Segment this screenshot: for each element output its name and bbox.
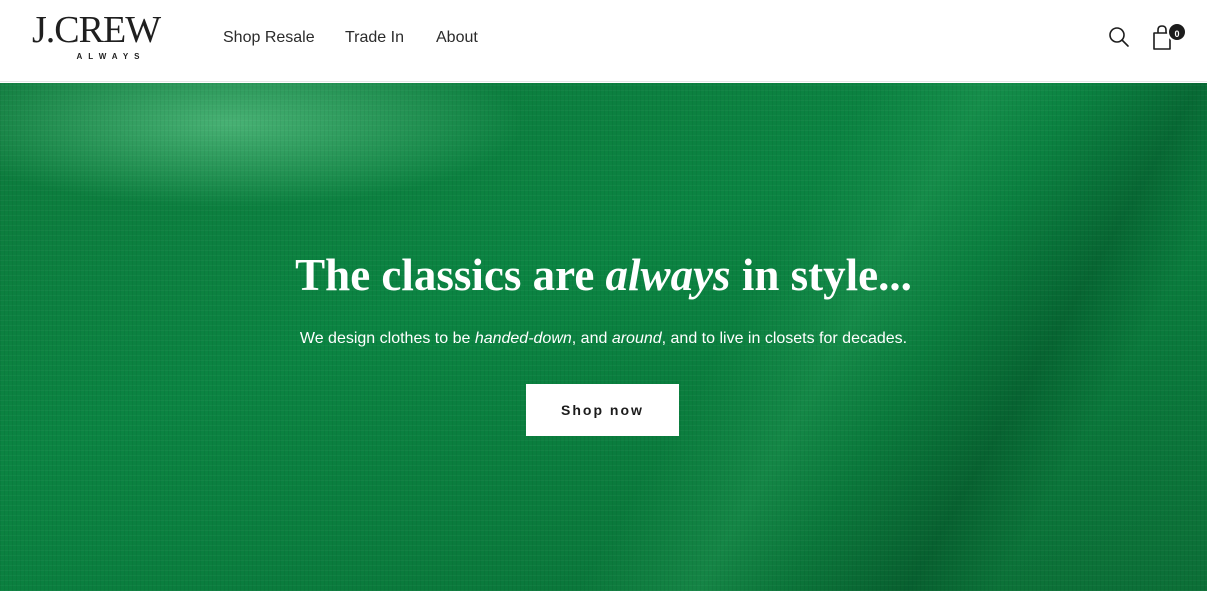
hero-subtitle-part1: We design clothes to be	[299, 330, 475, 347]
logo-wordmark: J.CREW	[32, 9, 161, 51]
hero-subtitle: We design clothes to be handed-down, and…	[0, 329, 1207, 349]
hero-subtitle-emphasis2: around	[611, 330, 662, 347]
hero-title-emphasis: always	[605, 250, 731, 300]
hero-subtitle-emphasis1: handed-down	[474, 330, 572, 347]
nav-about[interactable]: About	[436, 28, 478, 48]
site-header: J.CREW ALWAYS Shop Resale Trade In About…	[0, 0, 1207, 82]
hero-subtitle-part3: , and to live in closets for decades.	[661, 330, 908, 347]
shop-now-button[interactable]: Shop now	[526, 384, 679, 436]
search-icon	[1109, 27, 1129, 47]
cart-count-badge: 0	[1167, 22, 1187, 42]
nav-shop-resale[interactable]: Shop Resale	[223, 28, 315, 48]
cart-button[interactable]: 0	[1150, 22, 1187, 50]
hero-title-part1: The classics are	[295, 250, 606, 300]
search-button[interactable]	[1108, 26, 1130, 48]
hero-banner: The classics are always in style... We d…	[0, 83, 1207, 591]
jcrew-always-logo[interactable]: J.CREW ALWAYS	[32, 10, 184, 64]
nav-trade-in[interactable]: Trade In	[345, 28, 404, 48]
logo-tagline: ALWAYS	[76, 52, 146, 61]
hero-title: The classics are always in style...	[0, 249, 1207, 301]
hero-title-part2: in style...	[730, 250, 912, 300]
hero-subtitle-part2: , and	[571, 330, 612, 347]
